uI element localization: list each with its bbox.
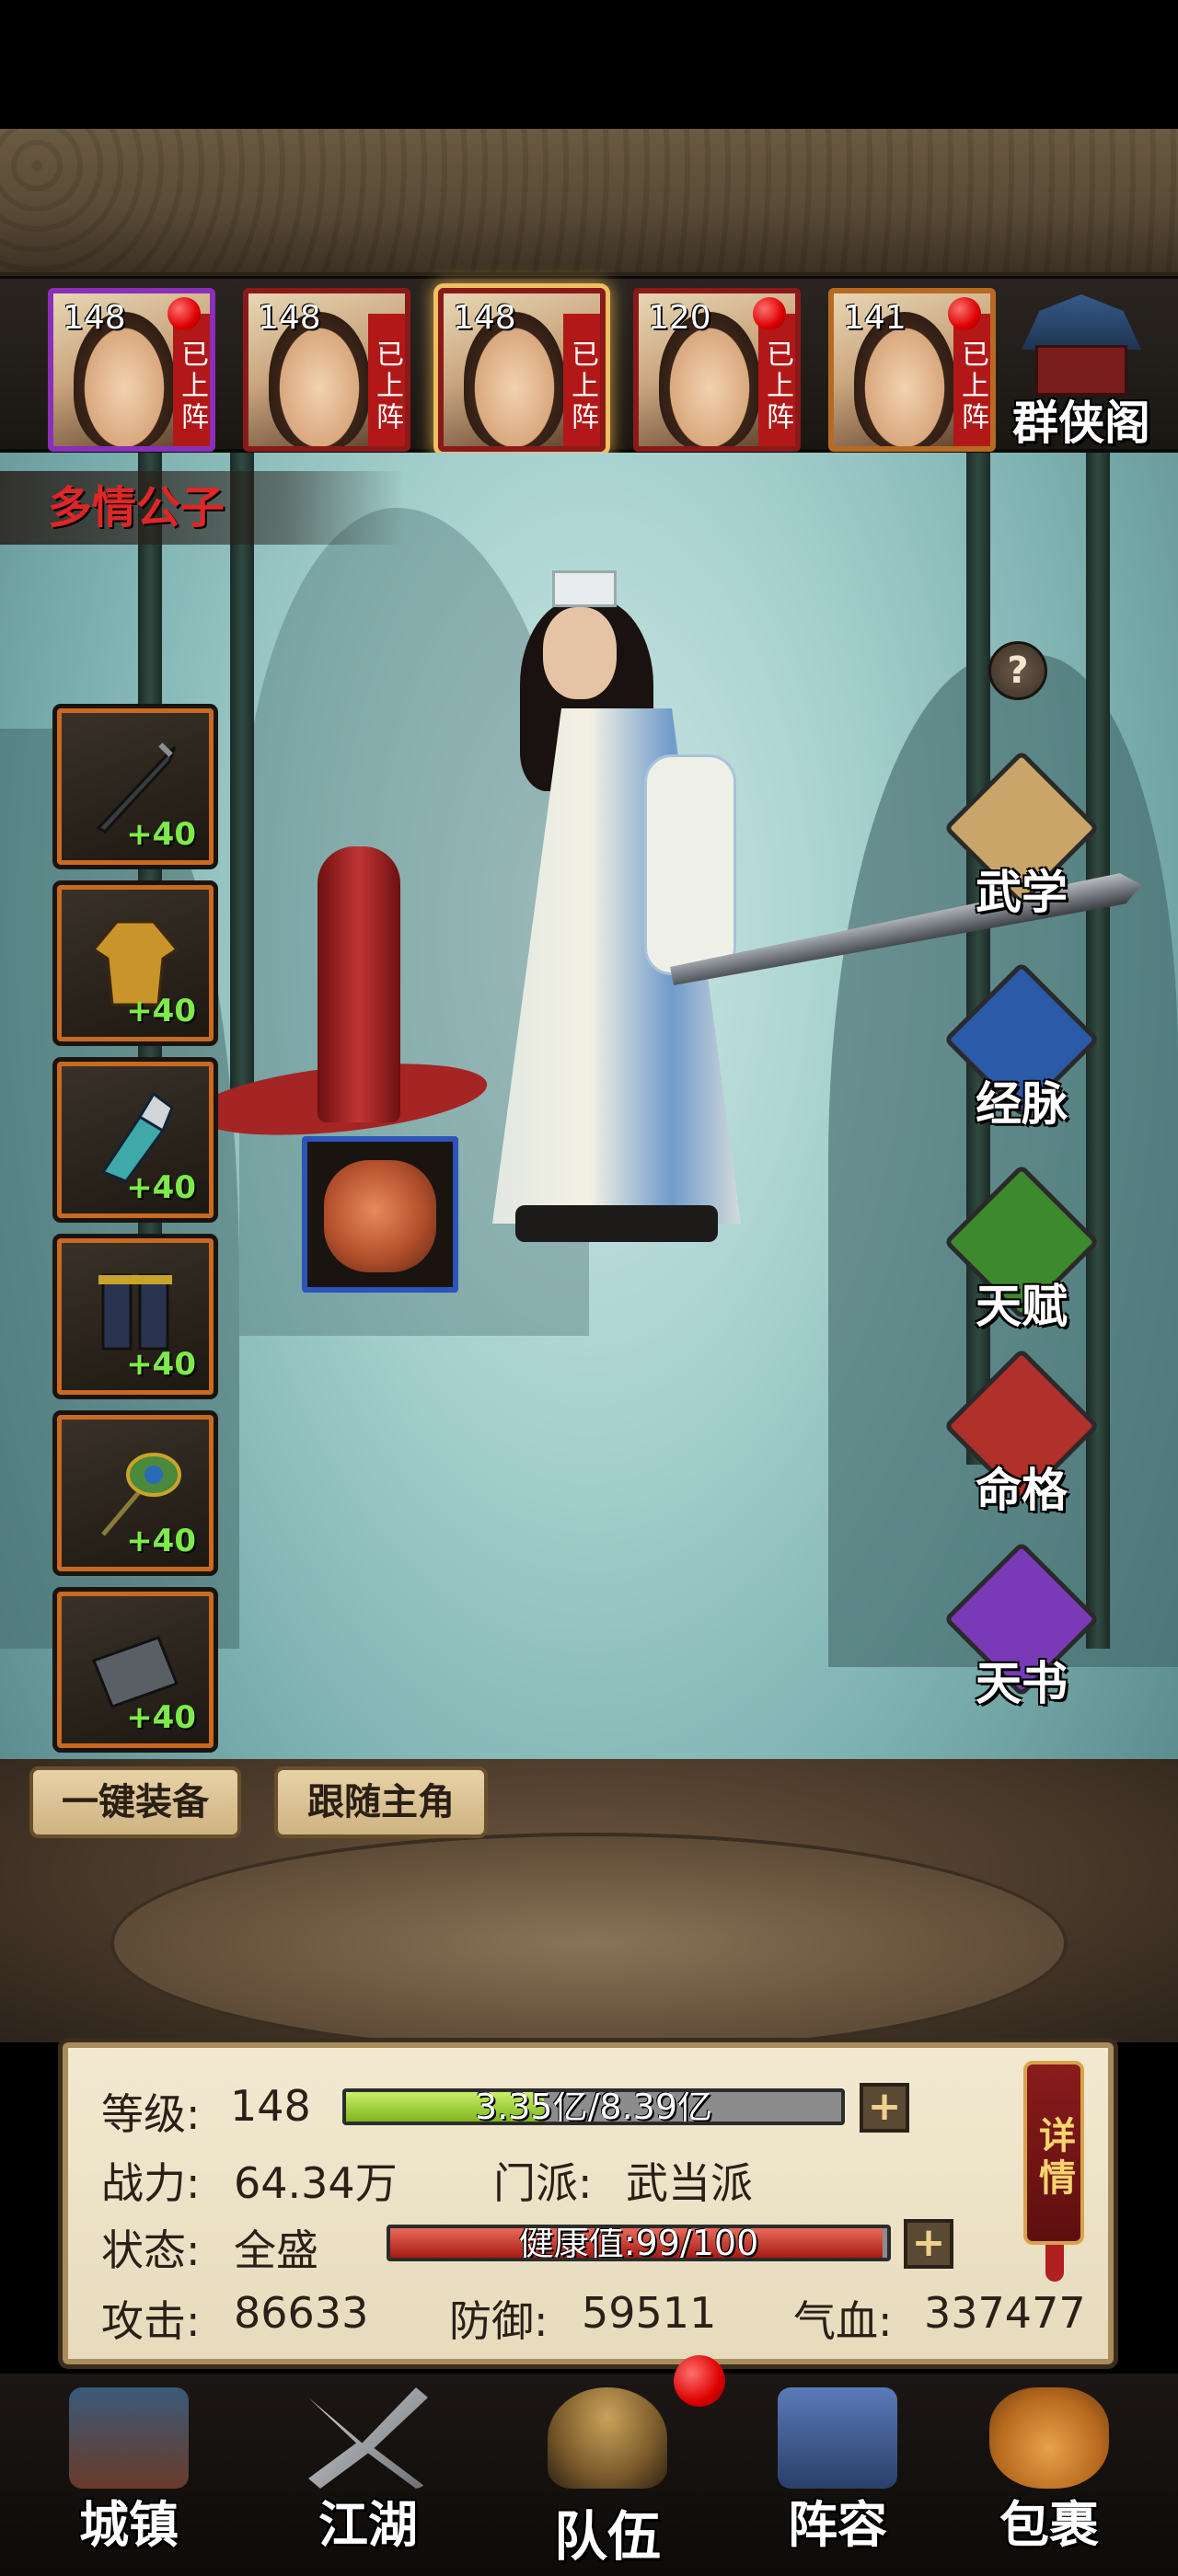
team-alert-dot-icon <box>674 2355 725 2407</box>
formation-icon <box>778 2387 897 2489</box>
tassel-icon <box>1045 2245 1064 2282</box>
pet-slot[interactable] <box>302 1136 458 1293</box>
snake-pet-figure <box>318 846 400 1122</box>
side-menu-talent[interactable]: 天赋 <box>939 1164 1104 1334</box>
nav-label: 队伍 <box>553 2505 661 2568</box>
level-value: 148 <box>230 2081 311 2131</box>
bag-icon <box>989 2387 1109 2489</box>
bonus-label: +40 <box>126 816 196 853</box>
health-text: 健康值:99/100 <box>518 2225 759 2261</box>
nav-bag[interactable]: 包裹 <box>948 2374 1150 2576</box>
add-exp-button[interactable]: + <box>860 2083 909 2133</box>
equip-slot-bracer[interactable]: +40 <box>52 1057 218 1223</box>
equip-all-button[interactable]: 一键装备 <box>29 1766 241 1838</box>
side-menu-fate[interactable]: 命格 <box>939 1348 1104 1518</box>
sect-value: 武当派 <box>626 2158 753 2208</box>
attack-label: 攻击: <box>101 2296 201 2346</box>
top-black-bar <box>0 0 1178 129</box>
team-icon <box>548 2387 667 2489</box>
town-icon <box>69 2387 189 2489</box>
hero-level: 120 <box>648 299 711 337</box>
snake-icon <box>324 1160 436 1272</box>
hp-label: 气血: <box>793 2296 893 2346</box>
level-label: 等级: <box>101 2089 201 2139</box>
character-name: 多情公子 <box>0 471 405 545</box>
hero-portrait-3[interactable]: 148 已上阵 <box>438 288 606 452</box>
bonus-label: +40 <box>126 1699 196 1736</box>
equip-slot-boots[interactable]: +40 <box>52 1234 218 1399</box>
side-menu-meridian[interactable]: 经脉 <box>939 961 1104 1132</box>
deployed-tag: 已上阵 <box>953 314 990 446</box>
bonus-label: +40 <box>126 1169 196 1206</box>
hero-level: 141 <box>843 299 907 337</box>
hero-portrait-1[interactable]: 148 已上阵 <box>48 288 215 452</box>
health-bar: 健康值:99/100 <box>387 2225 891 2261</box>
bonus-label: +40 <box>126 1523 196 1559</box>
status-value: 全盛 <box>234 2225 318 2275</box>
hero-hall-label: 群侠阁 <box>1012 397 1150 450</box>
bonus-label: +40 <box>126 993 196 1029</box>
bamboo-stalk <box>230 453 254 1097</box>
deployed-tag: 已上阵 <box>758 314 795 446</box>
ornate-header <box>0 129 1178 276</box>
figure-hat <box>552 570 617 607</box>
follow-leader-button[interactable]: 跟随主角 <box>274 1766 488 1838</box>
deployed-tag: 已上阵 <box>173 314 210 446</box>
deployed-tag: 已上阵 <box>368 314 405 446</box>
deployed-tag: 已上阵 <box>563 314 600 446</box>
bottom-nav: 城镇 江湖 队伍 阵容 包裹 <box>0 2374 1178 2576</box>
figure-face <box>543 607 617 699</box>
hero-level: 148 <box>63 299 126 337</box>
side-menu-label: 天书 <box>976 1657 1068 1710</box>
hero-level: 148 <box>258 299 321 337</box>
nav-team[interactable]: 队伍 <box>506 2374 709 2576</box>
defense-label: 防御: <box>449 2296 549 2346</box>
pavilion-icon <box>1022 294 1141 350</box>
character-figure[interactable] <box>460 570 828 1914</box>
equip-slot-accessory[interactable]: +40 <box>52 1410 218 1576</box>
detail-button[interactable]: 详情 <box>1023 2061 1084 2245</box>
bonus-label: +40 <box>126 1346 196 1383</box>
nav-label: 包裹 <box>999 2496 1099 2554</box>
exp-bar: 3.35亿/8.39亿 <box>342 2088 845 2125</box>
defense-value: 59511 <box>582 2288 717 2338</box>
crossed-swords-icon <box>308 2387 428 2489</box>
hero-hall-button[interactable]: 群侠阁 <box>994 294 1169 451</box>
nav-label: 阵容 <box>788 2496 887 2554</box>
nav-jianghu[interactable]: 江湖 <box>267 2374 469 2576</box>
nav-town[interactable]: 城镇 <box>28 2374 230 2576</box>
nav-formation[interactable]: 阵容 <box>736 2374 939 2576</box>
alert-dot-icon <box>167 297 201 330</box>
side-menu-label: 经脉 <box>976 1077 1068 1131</box>
side-menu-label: 天赋 <box>976 1280 1068 1333</box>
attack-value: 86633 <box>234 2288 369 2338</box>
side-menu-label: 命格 <box>976 1464 1068 1517</box>
hero-portrait-4[interactable]: 120 已上阵 <box>633 288 801 452</box>
status-label: 状态: <box>101 2225 201 2275</box>
power-value: 64.34万 <box>234 2158 398 2208</box>
hero-portrait-5[interactable]: 141 已上阵 <box>828 288 996 452</box>
hero-level: 148 <box>453 299 516 337</box>
side-menu-martial-arts[interactable]: 武学 <box>939 750 1104 920</box>
alert-dot-icon <box>753 297 786 330</box>
sect-label: 门派: <box>493 2158 593 2208</box>
alert-dot-icon <box>948 297 981 330</box>
figure-sleeve <box>644 754 736 975</box>
hero-portrait-2[interactable]: 148 已上阵 <box>243 288 410 452</box>
equip-slot-weapon[interactable]: +40 <box>52 704 218 869</box>
hp-value: 337477 <box>924 2288 1086 2338</box>
figure-boots <box>515 1205 718 1242</box>
nav-label: 城镇 <box>79 2496 179 2554</box>
side-menu-heaven-book[interactable]: 天书 <box>939 1541 1104 1711</box>
equip-slot-armor[interactable]: +40 <box>52 880 218 1046</box>
equip-slot-token[interactable]: +40 <box>52 1587 218 1753</box>
side-menu-label: 武学 <box>976 866 1068 919</box>
power-label: 战力: <box>101 2158 201 2208</box>
nav-label: 江湖 <box>318 2496 418 2554</box>
help-button[interactable]: ? <box>988 641 1047 700</box>
exp-text: 3.35亿/8.39亿 <box>474 2088 713 2125</box>
restore-health-button[interactable]: + <box>904 2219 953 2269</box>
